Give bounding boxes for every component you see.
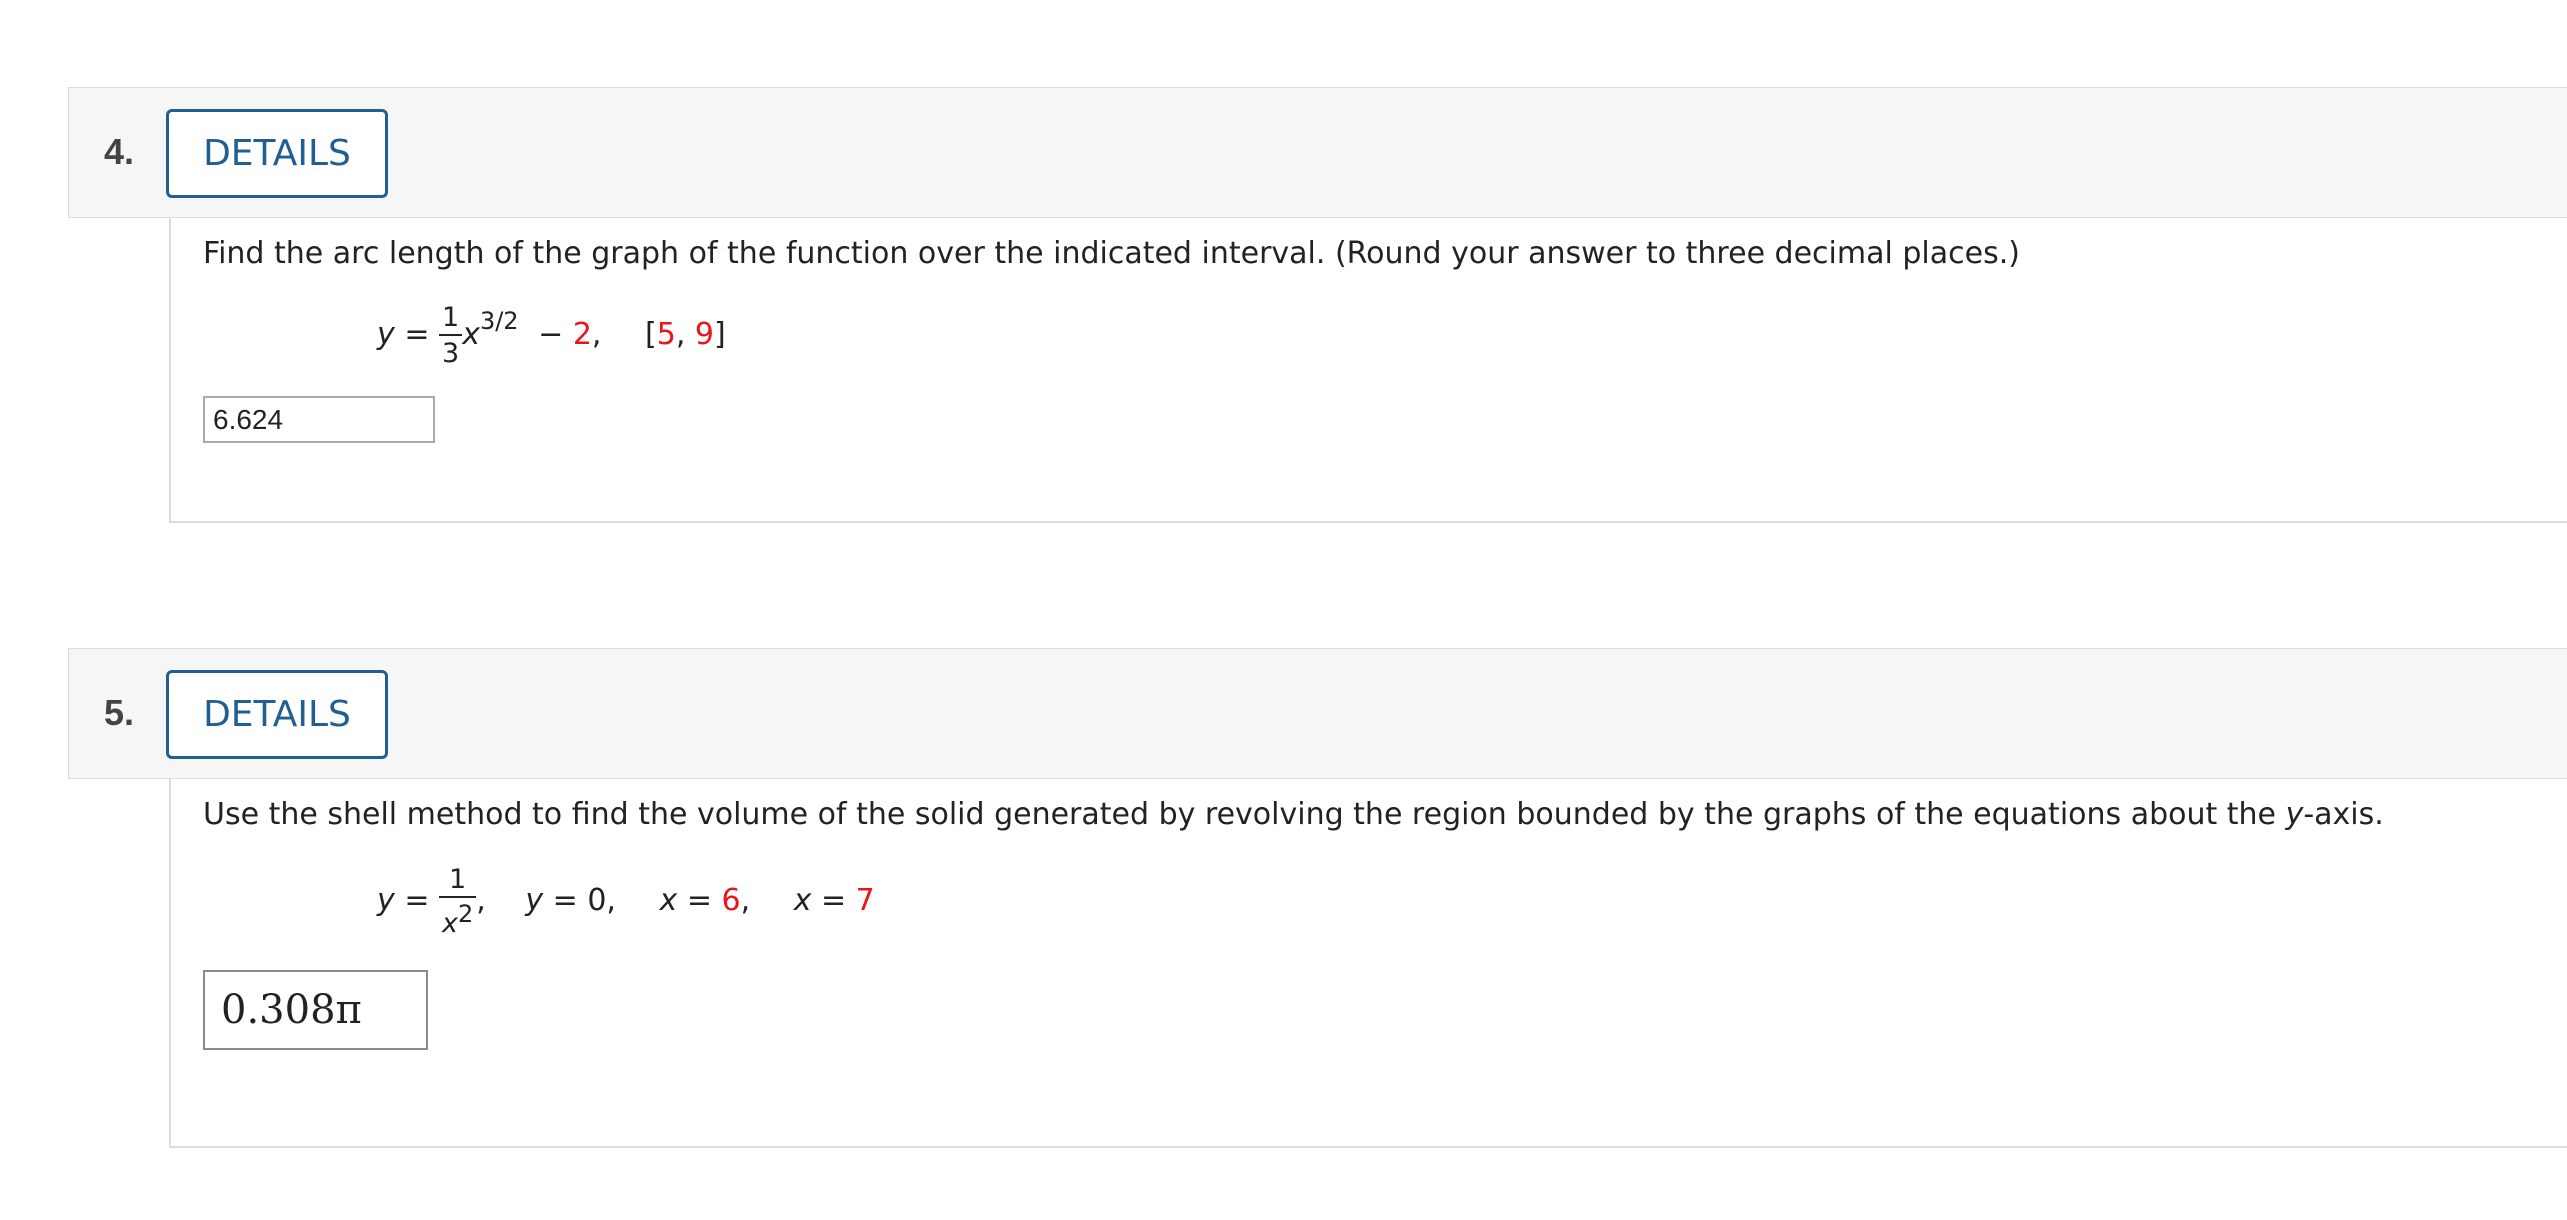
question-prompt: Use the shell method to find the volume … [203,797,2384,832]
prompt-text-end: -axis. [2303,797,2384,832]
details-button[interactable]: DETAILS [166,670,388,759]
eq4-var: x [793,883,812,918]
region-equations: y = 1 x2 , y = 0, x = 6, x = 7 [377,866,875,937]
function-equation: y = 1 3 x3/2 − 2, [5, 9] [377,304,726,367]
interval-open: [ [645,317,657,352]
eq3-value: 6 [721,883,741,918]
eq-constant: 2 [572,317,592,352]
equation-x-6: x = 6, [660,883,751,918]
denominator-exponent: 2 [457,900,474,928]
question-number: 5. [104,692,135,733]
interval-separator: , [675,317,686,352]
question-4-header [68,87,2567,218]
equation-x-7: x = 7 [794,883,875,918]
eq-equals: = [404,883,430,918]
answer-box[interactable]: 0.308π [203,970,428,1050]
question-number: 4. [104,131,135,172]
eq-minus: − [538,317,564,352]
exponent: 3/2 [479,307,519,335]
eq3-equals: = [677,883,722,918]
interval: [5, 9] [645,317,726,352]
eq2-rest: = 0, [543,883,616,918]
eq3-comma: , [740,883,751,918]
fraction-numerator: 1 [439,866,477,898]
equation-y-zero: y = 0, [525,883,616,918]
answer-input[interactable] [203,396,435,443]
eq-x: x [462,317,480,352]
eq2-var: y [525,883,544,918]
eq-lhs: y [377,883,395,918]
fraction-denominator: 3 [442,338,460,369]
eq-equals: = [404,317,430,352]
question-5-header [68,648,2567,779]
prompt-text: Use the shell method to find the volume … [203,797,2286,832]
fraction: 1 x2 [439,866,477,937]
interval-end: 9 [694,317,714,352]
fraction-numerator: 1 [439,304,463,336]
interval-close: ] [714,317,726,352]
eq-comma: , [591,317,602,352]
fraction-denominator: x2 [439,898,476,937]
eq-comma: , [476,883,486,918]
eq3-var: x [659,883,678,918]
eq4-equals: = [811,883,856,918]
interval-start: 5 [656,317,676,352]
details-button[interactable]: DETAILS [166,109,388,198]
fraction: 1 3 [439,304,463,369]
eq4-value: 7 [855,883,875,918]
denominator-var: x [442,908,458,939]
eq-lhs: y [377,317,395,352]
question-5-body [169,779,2567,1148]
question-prompt: Find the arc length of the graph of the … [203,236,2020,271]
prompt-axis-var: y [2285,797,2304,832]
